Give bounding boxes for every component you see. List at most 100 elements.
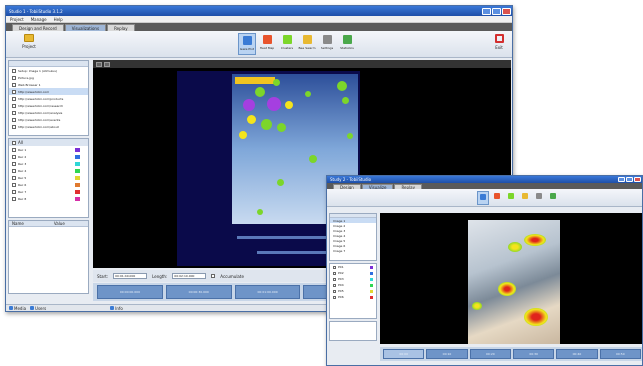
participant-row[interactable]: P06 (330, 294, 376, 300)
participant-row[interactable]: Rec 7 (9, 188, 88, 195)
media-list-item[interactable]: Web Browser 1 (9, 81, 88, 88)
minimize-button[interactable] (482, 7, 491, 15)
close-button[interactable] (502, 7, 511, 15)
checkbox[interactable] (12, 117, 16, 122)
participant-row[interactable]: Rec 8 (9, 195, 88, 202)
tool-button-heatmap[interactable]: Heat Map (258, 33, 276, 55)
participant-checkbox[interactable] (12, 182, 16, 187)
participant-checkbox[interactable] (12, 154, 16, 159)
media-item-label: Picture.jpg (18, 75, 34, 80)
media-item-label: Image 3 (333, 228, 346, 233)
start-time-field[interactable]: 00:01:40.000 (113, 273, 148, 279)
checkbox[interactable] (12, 110, 16, 115)
tab-replay[interactable]: Replay (107, 24, 135, 31)
participant-checkbox[interactable] (12, 161, 16, 166)
tool-button-statistics[interactable]: Statistics (338, 33, 356, 55)
menu-item[interactable]: Help (54, 17, 63, 22)
close-button[interactable] (634, 177, 641, 182)
exit-button[interactable]: Exit (492, 34, 506, 54)
web-logo (235, 77, 275, 84)
participant-row[interactable]: Rec 4 (9, 167, 88, 174)
timeline-segment[interactable]: 00:20 (469, 349, 511, 359)
zoom-in-button[interactable] (96, 61, 102, 67)
status-info[interactable]: Info (110, 306, 123, 311)
participants-header[interactable]: All (9, 139, 88, 146)
heatmap-blob (524, 234, 546, 246)
maximize-button[interactable] (626, 177, 633, 182)
stimulus-image (468, 220, 560, 344)
project-button[interactable]: Project (16, 34, 42, 55)
checkbox[interactable] (12, 96, 16, 101)
tool-button-statistics[interactable] (547, 191, 559, 205)
checkbox[interactable] (12, 89, 16, 94)
timeline-segment[interactable]: 00:00 (383, 349, 425, 359)
tool-button-heatmap[interactable] (491, 191, 503, 205)
participant-checkbox[interactable] (12, 168, 16, 173)
participant-checkbox[interactable] (333, 265, 336, 269)
media-list-item[interactable]: http://www.tobii.com/products (9, 95, 88, 102)
checkbox[interactable] (12, 82, 16, 87)
timeline-segment[interactable]: 00:00:30.000 (165, 285, 232, 299)
timeline-segment[interactable]: 00:10 (426, 349, 468, 359)
participant-row[interactable]: Rec 5 (9, 174, 88, 181)
gazeplot-icon (480, 194, 486, 200)
menu-item[interactable]: Manage (31, 17, 47, 22)
tab-design-record[interactable]: Design and Record (12, 24, 64, 31)
timeline[interactable]: 00:00 00:10 00:20 00:30 00:40 00:50 (380, 347, 642, 361)
media-list-item[interactable]: http://www.tobii.com (9, 88, 88, 95)
media-list-item[interactable]: Image 7 (330, 248, 376, 253)
media-list-item[interactable]: http://www.tobii.com/about (9, 123, 88, 130)
media-list-item[interactable]: Setup: Image 1 (stimulus) (9, 67, 88, 74)
exit-label: Exit (495, 45, 503, 50)
title-bar: Studio 1 - TobiiStudio 3.1.2 (6, 6, 512, 16)
tool-button-settings[interactable] (533, 191, 545, 205)
media-list-item[interactable]: Picture.jpg (9, 74, 88, 81)
heatmap-blob (498, 282, 516, 296)
tab-visualizations[interactable]: Visualizations (64, 24, 107, 31)
media-list-item[interactable]: http://www.tobii.com/analysis (9, 109, 88, 116)
participant-row[interactable]: Rec 2 (9, 153, 88, 160)
select-all-checkbox[interactable] (12, 140, 16, 145)
minimize-button[interactable] (618, 177, 625, 182)
maximize-button[interactable] (492, 7, 501, 15)
participant-checkbox[interactable] (333, 295, 336, 299)
participant-checkbox[interactable] (333, 283, 336, 287)
timeline-segment[interactable]: 00:40 (556, 349, 598, 359)
media-list-item[interactable]: http://www.tobii.com/events (9, 116, 88, 123)
participant-checkbox[interactable] (333, 289, 336, 293)
participant-checkbox[interactable] (12, 147, 16, 152)
tool-button-gazeplot[interactable] (477, 191, 489, 205)
media-list-item[interactable]: http://www.tobii.com/research (9, 102, 88, 109)
participant-row[interactable]: Rec 6 (9, 181, 88, 188)
length-time-field[interactable]: 00:02:10.000 (172, 273, 207, 279)
tool-button-clusters[interactable] (505, 191, 517, 205)
tool-button-beeswarm[interactable]: Bee Swarm (298, 33, 316, 55)
participant-checkbox[interactable] (12, 175, 16, 180)
menu-item[interactable]: Project (10, 17, 24, 22)
timeline-segment[interactable]: 00:00:00.000 (97, 285, 163, 299)
participant-row[interactable]: Rec 1 (9, 146, 88, 153)
title-bar: Study 2 - TobiiStudio (327, 176, 642, 183)
checkbox[interactable] (12, 103, 16, 108)
tool-button-settings[interactable]: Settings (318, 33, 336, 55)
checkbox[interactable] (12, 68, 16, 73)
participant-checkbox[interactable] (333, 271, 336, 275)
tool-button-gazeplot[interactable]: Gaze Plot (238, 33, 256, 55)
tool-button-clusters[interactable]: Clusters (278, 33, 296, 55)
checkbox[interactable] (12, 75, 16, 80)
participant-checkbox[interactable] (12, 196, 16, 201)
stimulus-view[interactable] (380, 213, 642, 344)
timeline-segment[interactable]: 00:50 (599, 349, 641, 359)
participant-checkbox[interactable] (12, 189, 16, 194)
status-users[interactable]: Users (30, 306, 46, 311)
accumulate-checkbox[interactable] (211, 274, 216, 278)
participant-checkbox[interactable] (333, 277, 336, 281)
checkbox[interactable] (12, 124, 16, 129)
status-media[interactable]: Media (9, 306, 26, 311)
tool-button-beeswarm[interactable] (519, 191, 531, 205)
timeline-segment[interactable]: 00:01:00.000 (234, 285, 301, 299)
participant-row[interactable]: Rec 3 (9, 160, 88, 167)
participant-color-swatch (75, 168, 80, 173)
timeline-segment[interactable]: 00:30 (512, 349, 555, 359)
zoom-out-button[interactable] (104, 61, 110, 67)
